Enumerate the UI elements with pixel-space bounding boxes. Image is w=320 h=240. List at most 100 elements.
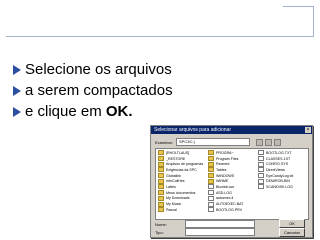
file-list-item[interactable]: AUTOEXEC.BAT [208,201,243,207]
file-list-item-label: EyeCandyLog.txt [266,173,294,178]
file-icon [208,201,214,207]
file-list-item-label: autoexec.ll [216,196,234,201]
bullet-arrow-icon [13,85,21,96]
file-list[interactable]: [RHOLTLAUS] _RESTORE Arquivos de programas… [155,148,309,220]
file-list-item[interactable]: SCANDISK.LOG [258,184,293,190]
file-list-item-label: _RESTORE [166,156,186,161]
file-list-item-label: Exigências da SPC [166,167,197,172]
file-icon [258,173,264,179]
file-list-item-label: InfoCollHes [166,179,185,184]
file-list-item[interactable]: EyeCandyLog.txt [258,173,293,179]
folder-icon [158,156,164,162]
look-in-dropdown[interactable]: SPC3C:) [176,138,251,146]
file-list-item[interactable]: BOOTLOG.TXT [258,150,293,156]
bullet-text: Selecione os arquivos [25,61,172,78]
file-list-item-label: BOOTLOG.TXT [266,150,292,155]
file-list-item-label: WINDOWS [216,173,235,178]
cancel-button[interactable]: Cancelar [279,228,305,237]
file-icon [208,184,214,190]
bullet-arrow-icon [13,106,21,117]
file-list-item-label: Tables [216,167,227,172]
folder-icon [158,207,164,213]
view-menu-icon[interactable] [274,138,282,146]
file-list-item-label: ASD.LOG [216,190,232,195]
file-list-item-label: Globalink [166,173,181,178]
bullet-text-bold: OK. [105,103,133,120]
file-list-item-label: DirectViews [266,167,285,172]
folder-icon [158,178,164,184]
new-folder-icon[interactable] [265,138,273,146]
file-list-item[interactable]: CLASSES.1ST [258,156,293,162]
dialog-titlebar: Selecionar arquivos para adicionar × [151,126,312,134]
bullet-text-pre: e clique em [25,103,106,120]
file-icon [258,184,264,190]
bullet-list: Selecione os arquivos a serem compactado… [13,60,173,123]
folder-icon [208,178,214,184]
file-list-item-label: PROGRA~ [216,150,234,155]
top-rule [6,36,314,37]
folder-icon [208,156,214,162]
folder-icon [208,173,214,179]
folder-icon [158,184,164,190]
file-column: PROGRA~ Program Files Recmed Tables WINDOWS W… [208,150,243,213]
file-list-item[interactable]: Program Files [208,156,243,162]
file-name-row: Nome: [155,220,255,228]
bullet-arrow-icon [13,64,21,75]
file-list-item-label: [RHOLTLAUS] [166,150,190,155]
folder-icon [208,150,214,156]
bullet-item: e clique em OK. [13,102,173,121]
folder-icon [158,173,164,179]
file-icon [208,195,214,201]
folder-icon [158,190,164,196]
look-in-row: Examinar: SPC3C:) [155,138,282,146]
dialog-title: Selecionar arquivos para adicionar [154,127,231,133]
look-in-label: Examinar: [155,139,174,145]
close-icon[interactable]: × [305,127,311,133]
file-list-item-label: Meus documentos [166,190,196,195]
folder-icon [158,150,164,156]
file-type-select[interactable] [185,228,255,236]
file-name-input[interactable] [185,220,255,228]
folder-icon [158,167,164,173]
file-list-item-label: Pascal [166,207,177,212]
folder-icon [158,201,164,207]
file-list-item-label: My Music [166,202,182,207]
file-type-row: Tipo: [155,228,255,236]
file-list-item-label: DEMIRON.BIN [266,179,290,184]
file-list-item-label: Program Files [216,156,239,161]
file-list-item-label: CLASSES.1ST [266,156,291,161]
file-icon [208,190,214,196]
folder-icon [208,167,214,173]
file-list-item-label: AUTOEXEC.BAT [216,202,244,207]
file-list-item-label: Recmed [216,162,230,167]
file-list-item[interactable]: Pascal [158,207,203,213]
folder-icon [158,161,164,167]
file-column: [RHOLTLAUS] _RESTORE Arquivos de programas… [158,150,203,213]
file-list-item-label: Lattes [166,184,176,189]
file-icon [258,178,264,184]
file-list-item-label: Arquivos de programas [166,162,204,167]
file-list-item-label: My Downloads [166,196,190,201]
ok-button[interactable]: OK [279,219,305,228]
file-list-item-label: CONFIG.SYS [266,162,289,167]
file-list-item-label: Bloxlidr.ocx [216,184,235,189]
file-name-label: Nome: [155,221,167,227]
corner-decoration [283,6,314,37]
folder-icon [158,195,164,201]
dialog-toolbar [256,138,282,146]
file-icon [258,161,264,167]
file-column: BOOTLOG.TXT CLASSES.1ST CONFIG.SYS DirectVi… [258,150,293,190]
bullet-item: Selecione os arquivos [13,60,173,79]
bullet-text: a serem compactados [25,82,173,99]
file-icon [208,207,214,213]
file-type-label: Tipo: [155,229,164,235]
up-folder-icon[interactable] [256,138,264,146]
file-list-item[interactable]: BOOTLOG.PRV [208,207,243,213]
bullet-item: a serem compactados [13,81,173,100]
file-list-item-label: SCANDISK.LOG [266,184,293,189]
file-list-item[interactable]: CONFIG.SYS [258,161,293,167]
file-icon [258,167,264,173]
bullet-text: e clique em OK. [25,103,133,120]
file-icon [258,156,264,162]
file-list-item[interactable]: DEMIRON.BIN [258,178,293,184]
